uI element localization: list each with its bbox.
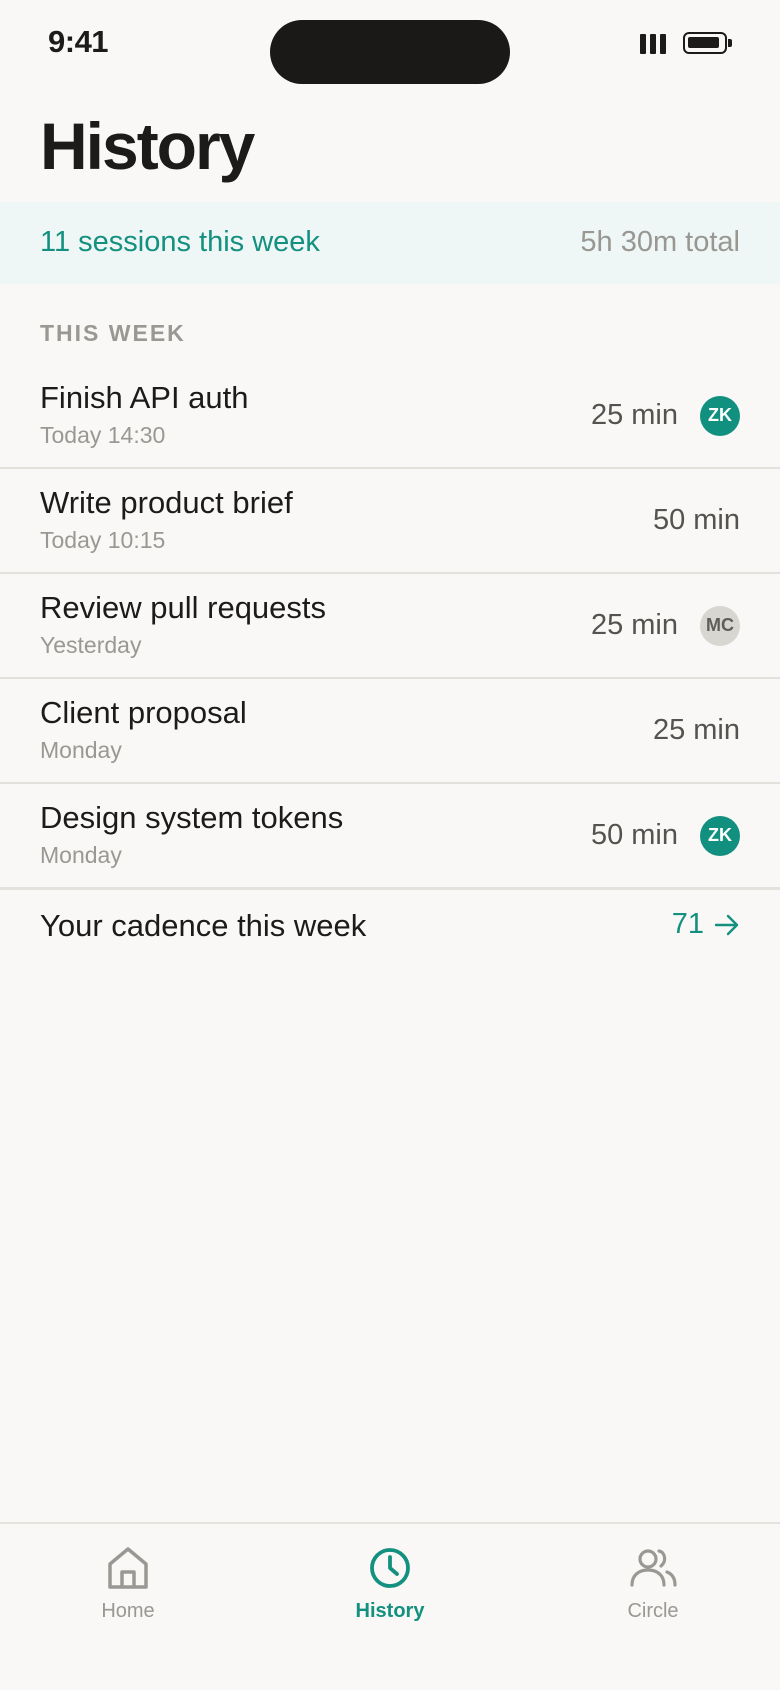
session-row[interactable]: Client proposal Monday 25 min <box>0 679 780 784</box>
tab-label: History <box>355 1600 425 1622</box>
tab-circle[interactable]: Circle <box>573 1544 733 1623</box>
sessions-count: 11 sessions this week <box>40 226 320 258</box>
session-time: Monday <box>40 842 122 868</box>
section-label: THIS WEEK <box>40 320 186 346</box>
total-time: 5h 30m total <box>580 226 740 258</box>
battery-icon <box>683 32 732 54</box>
avatar: ZK <box>700 395 740 436</box>
session-title: Review pull requests <box>40 590 327 625</box>
session-row[interactable]: Design system tokens Monday 50 min ZK <box>0 784 780 890</box>
people-icon <box>630 1549 677 1587</box>
session-duration: 25 min <box>590 609 678 641</box>
status-time: 9:41 <box>48 24 109 59</box>
session-time: Today 14:30 <box>40 422 166 448</box>
session-row[interactable]: Write product brief Today 10:15 50 min <box>0 469 780 574</box>
arrow-right-icon <box>714 914 739 935</box>
session-title: Client proposal <box>40 695 247 730</box>
tab-label: Circle <box>627 1600 679 1622</box>
avatar: ZK <box>700 815 740 856</box>
tab-history[interactable]: History <box>310 1544 470 1623</box>
session-time: Today 10:15 <box>40 527 166 553</box>
session-title: Design system tokens <box>40 800 344 835</box>
cadence-label: Your cadence this week <box>40 908 367 943</box>
signal-icon <box>640 34 666 54</box>
status-bar: 9:41 <box>0 0 780 100</box>
session-duration: 25 min <box>590 399 678 431</box>
cadence-link[interactable]: 71 <box>672 908 740 941</box>
session-title: Write product brief <box>40 485 293 520</box>
session-list: Finish API auth Today 14:30 25 min ZK Wr… <box>0 364 780 890</box>
session-duration: 50 min <box>652 504 740 536</box>
clock-icon <box>370 1548 410 1588</box>
session-row[interactable]: Finish API auth Today 14:30 25 min ZK <box>0 364 780 469</box>
session-title: Finish API auth <box>40 380 249 415</box>
tab-home[interactable]: Home <box>48 1544 208 1623</box>
tab-bar: Home History Circle <box>0 1522 780 1690</box>
page-title: History <box>40 109 255 183</box>
dynamic-island <box>270 20 510 84</box>
tab-label: Home <box>101 1600 155 1622</box>
session-row[interactable]: Review pull requests Yesterday 25 min MC <box>0 574 780 679</box>
avatar: MC <box>700 605 740 646</box>
cadence-row[interactable]: Your cadence this week 71 <box>0 882 780 978</box>
session-duration: 50 min <box>590 819 678 851</box>
session-time: Monday <box>40 737 122 763</box>
home-icon <box>108 1547 148 1589</box>
cadence-score: 71 <box>671 908 704 940</box>
week-summary-banner: 11 sessions this week 5h 30m total <box>0 202 780 284</box>
session-time: Yesterday <box>40 632 142 658</box>
session-duration: 25 min <box>652 714 740 746</box>
